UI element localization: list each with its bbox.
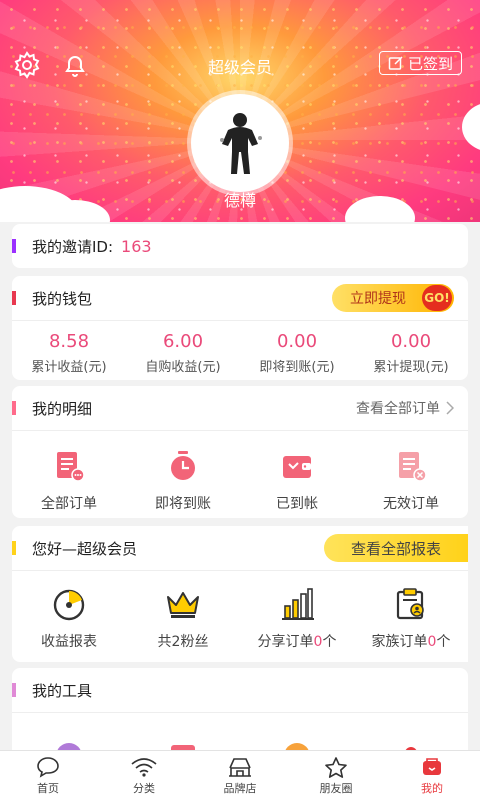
wallet-card: 我的钱包 立即提现 GO! 8.58 累计收益(元) 6.00 自购收益(元) … [12,276,468,380]
section-marker [12,291,16,305]
invite-card: 我的邀请ID: 163 [12,224,468,268]
wallet-pending[interactable]: 0.00 即将到账(元) [240,321,354,375]
earnings-report-button[interactable]: 收益报表 [12,585,126,651]
username: 德樽 [223,191,256,210]
details-title: 我的明细 [32,399,93,418]
member-greeting: 您好—超级会员 [32,539,138,558]
chevron-right-icon [446,401,454,415]
received-button[interactable]: 已到帐 [240,447,354,513]
invalid-orders-button[interactable]: 无效订单 [354,447,468,513]
view-all-reports-button[interactable]: 查看全部报表 [324,534,468,562]
tools-title: 我的工具 [32,681,93,700]
wallet-self-earnings[interactable]: 6.00 自购收益(元) [126,321,240,375]
all-orders-icon [50,447,88,485]
view-all-orders-link[interactable]: 查看全部订单 [356,398,454,418]
details-card: 我的明细 查看全部订单 全部订单 即将到账 已到帐 无效订单 [12,386,468,518]
crown-icon [164,585,202,623]
wallet-total-earnings[interactable]: 8.58 累计收益(元) [12,321,126,375]
invite-id[interactable]: 163 [121,237,152,256]
tab-me[interactable]: 我的 [384,751,480,800]
withdraw-label: 立即提现 [350,291,406,307]
checkin-label: 已签到 [407,54,453,73]
family-orders-button[interactable]: 家族订单0个 [354,585,468,651]
member-card: 您好—超级会员 查看全部报表 收益报表 共2粉丝 分享订单0个 家族订单0个 [12,526,468,662]
chat-bubble-icon [37,756,59,778]
me-icon [423,757,441,775]
invite-label: 我的邀请ID: [32,237,114,256]
timer-icon [164,447,202,485]
store-icon [229,757,251,777]
tab-moments[interactable]: 朋友圈 [288,751,384,800]
report-icon [50,585,88,623]
tools-card: 我的工具 [12,668,468,761]
tab-home[interactable]: 首页 [0,751,96,800]
share-orders-button[interactable]: 分享订单0个 [240,585,354,651]
fans-button[interactable]: 共2粉丝 [126,585,240,651]
section-marker [12,683,16,697]
tab-brand-store[interactable]: 品牌店 [192,751,288,800]
bottom-tab-bar: 首页 分类 品牌店 朋友圈 我的 [0,750,480,800]
go-badge: GO! [422,285,452,311]
wallet-withdrawn[interactable]: 0.00 累计提现(元) [354,321,468,375]
avatar[interactable] [191,94,289,192]
section-marker [12,541,16,555]
section-marker [12,401,16,415]
profile-header: 超级会员 已签到 德樽 [0,0,480,222]
wifi-icon [131,757,157,777]
wallet-title: 我的钱包 [32,289,93,308]
all-orders-button[interactable]: 全部订单 [12,447,126,513]
clipboard-icon [392,585,430,623]
star-icon [325,756,347,778]
section-marker [12,239,16,253]
invalid-order-icon [392,447,430,485]
edit-icon [388,56,403,70]
bar-chart-icon [278,585,316,623]
avatar-image [220,113,262,174]
wallet-icon [278,447,316,485]
withdraw-button[interactable]: 立即提现 GO! [332,284,454,312]
pending-button[interactable]: 即将到账 [126,447,240,513]
tab-category[interactable]: 分类 [96,751,192,800]
checkin-button[interactable]: 已签到 [378,51,462,75]
